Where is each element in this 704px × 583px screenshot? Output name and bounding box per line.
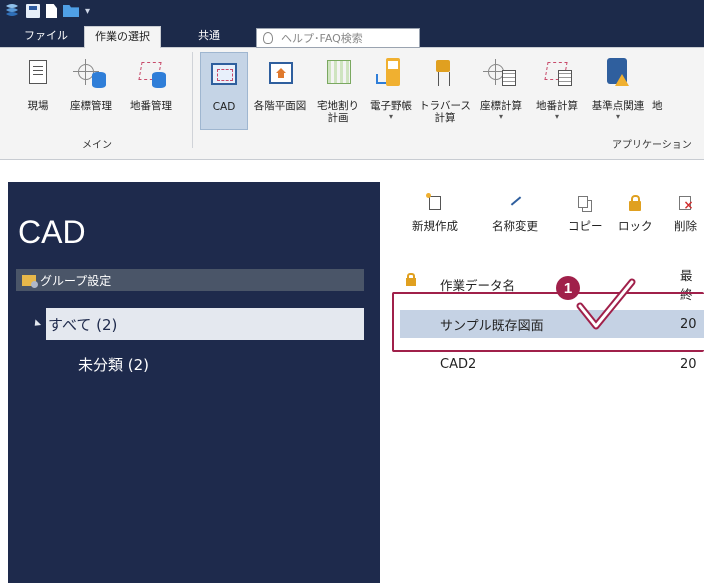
cad-icon — [209, 59, 239, 91]
lot-calc-button[interactable]: 地番計算 ▾ — [530, 52, 584, 130]
lock-icon — [626, 194, 644, 214]
lot-calc-label: 地番計算 — [536, 100, 578, 112]
new-file-icon[interactable] — [46, 4, 57, 18]
main-group-label: メイン — [82, 140, 112, 151]
title-bar: ▾ — [0, 0, 704, 22]
lot-management-label: 地番管理 — [130, 100, 172, 112]
tree-item-uncategorized[interactable]: 未分類 (2) — [78, 354, 149, 375]
coordinate-management-button[interactable]: 座標管理 — [64, 52, 118, 130]
site-button-label: 現場 — [27, 100, 49, 112]
site-button[interactable]: 現場 — [20, 52, 56, 130]
quick-access-toolbar: ▾ — [26, 2, 90, 20]
lot-management-button[interactable]: 地番管理 — [120, 52, 182, 130]
rename-button[interactable]: 名称変更 — [492, 194, 538, 234]
partial-ribbon-button[interactable]: 地 — [652, 52, 704, 130]
tab-common[interactable]: 共通 — [188, 26, 230, 48]
new-create-icon — [426, 193, 444, 214]
delete-icon — [677, 194, 695, 214]
lot-db-icon — [136, 58, 166, 90]
app-logo-icon — [6, 4, 18, 16]
copy-label: コピー — [568, 219, 603, 233]
lock-button[interactable]: ロック — [618, 194, 653, 234]
lot-calc-dropdown-icon[interactable]: ▾ — [555, 112, 559, 122]
reference-point-label: 基準点関連 — [591, 100, 645, 112]
lot-calc-icon — [542, 58, 572, 90]
copy-icon — [576, 194, 594, 214]
tripod-icon — [430, 58, 460, 90]
ribbon: 現場 座標管理 地番管理 メイン CAD 各階平面図 宅地割り 計画 電子野帳 … — [0, 48, 704, 160]
lock-column-icon[interactable] — [406, 273, 416, 286]
field-notebook-label: 電子野帳 — [370, 100, 412, 112]
lot-division-label: 宅地割り — [317, 100, 359, 112]
column-header-name[interactable]: 作業データ名 — [440, 275, 515, 294]
cad-button-label: CAD — [212, 101, 236, 113]
new-create-button[interactable]: 新規作成 — [412, 193, 458, 234]
field-notebook-icon — [376, 58, 406, 90]
open-folder-icon[interactable] — [63, 5, 79, 17]
row-name: CAD2 — [440, 356, 477, 372]
coordinate-calc-button[interactable]: 座標計算 ▾ — [474, 52, 528, 130]
partial-ribbon-label: 地 — [652, 100, 663, 112]
help-search-input[interactable]: ヘルプ･FAQ検索 — [256, 28, 420, 48]
coordinate-management-label: 座標管理 — [70, 100, 112, 112]
ribbon-separator — [192, 52, 193, 148]
rename-icon — [506, 194, 524, 214]
coordinate-db-icon — [73, 58, 106, 90]
table-row[interactable]: CAD2 20 — [400, 352, 704, 376]
tab-file[interactable]: ファイル — [14, 26, 78, 48]
lot-division-button[interactable]: 宅地割り 計画 — [312, 52, 364, 130]
traverse-button[interactable]: トラバース 計算 — [418, 52, 472, 130]
reference-point-icon — [603, 58, 633, 90]
floor-plan-button[interactable]: 各階平面図 — [250, 52, 310, 130]
copy-button[interactable]: コピー — [568, 194, 603, 234]
delete-label: 削除 — [674, 219, 697, 233]
lock-label: ロック — [618, 219, 653, 233]
application-group-label: アプリケーション — [612, 140, 692, 151]
collapse-arrow-icon[interactable] — [31, 319, 42, 329]
save-icon[interactable] — [26, 4, 40, 18]
cad-button[interactable]: CAD — [200, 52, 248, 130]
traverse-label: トラバース — [419, 100, 471, 112]
field-notebook-dropdown-icon[interactable]: ▾ — [389, 112, 393, 122]
customize-qat-icon[interactable]: ▾ — [85, 6, 90, 17]
floor-plan-label: 各階平面図 — [253, 100, 307, 112]
rename-label: 名称変更 — [492, 219, 538, 233]
folder-settings-icon — [22, 274, 38, 288]
delete-button[interactable]: 削除 — [674, 194, 697, 234]
left-panel: CAD グループ設定 すべて (2) 未分類 (2) — [8, 182, 380, 583]
group-settings-button[interactable]: グループ設定 — [16, 269, 364, 291]
highlight-box — [392, 292, 704, 352]
partial-ribbon-icon — [663, 58, 693, 90]
coordinate-calc-icon — [483, 58, 516, 90]
lot-division-label-2: 計画 — [327, 112, 349, 124]
coordinate-calc-dropdown-icon[interactable]: ▾ — [499, 112, 503, 122]
reference-point-dropdown-icon[interactable]: ▾ — [616, 112, 620, 122]
tree-item-all[interactable]: すべて (2) — [46, 308, 364, 340]
lightbulb-icon — [263, 32, 273, 44]
house-icon — [265, 58, 295, 90]
group-settings-label: グループ設定 — [40, 273, 112, 288]
tab-work-select[interactable]: 作業の選択 — [84, 26, 161, 48]
ribbon-tabs: ファイル 作業の選択 共通 ヘルプ･FAQ検索 — [0, 22, 704, 48]
panel-title: CAD — [18, 214, 86, 250]
reference-point-button[interactable]: 基準点関連 ▾ — [586, 52, 650, 130]
traverse-label-2: 計算 — [434, 112, 456, 124]
new-create-label: 新規作成 — [412, 219, 458, 233]
checkmark-icon — [576, 278, 636, 330]
help-search-placeholder: ヘルプ･FAQ検索 — [281, 32, 363, 45]
row-date: 20 — [680, 356, 697, 372]
grid-icon — [323, 58, 353, 90]
coordinate-calc-label: 座標計算 — [480, 100, 522, 112]
document-icon — [23, 58, 53, 90]
field-notebook-button[interactable]: 電子野帳 ▾ — [366, 52, 416, 130]
